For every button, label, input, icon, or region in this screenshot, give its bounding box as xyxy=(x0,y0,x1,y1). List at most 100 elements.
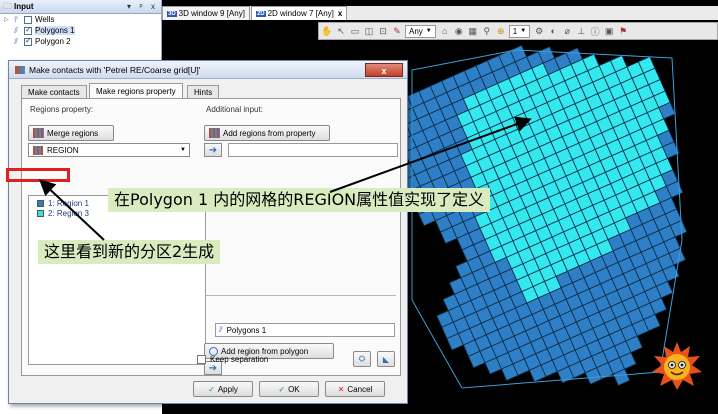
region-highlight-box xyxy=(6,168,70,182)
filter-select[interactable]: Any ▼ xyxy=(405,24,436,38)
region-color-swatch xyxy=(37,199,44,207)
region-annotation: 这里看到新的分区2生成 xyxy=(38,240,221,264)
cancel-button[interactable]: ✕ Cancel xyxy=(325,381,385,397)
region-combo-value: REGION xyxy=(47,145,79,155)
run-icon[interactable]: ⚑ xyxy=(617,25,629,37)
tab-3d-window[interactable]: 3D 3D window 9 [Any] xyxy=(162,6,250,20)
dialog-titlebar: Make contacts with 'Petrel RE/Coarse gri… xyxy=(9,61,407,79)
zoom-value: 1 xyxy=(512,26,518,36)
add-from-property-label: Add regions from property xyxy=(223,128,316,138)
wells-icon: ⫯ xyxy=(14,14,18,24)
home-icon[interactable]: ⌂ xyxy=(439,25,451,37)
chevron-down-icon: ▼ xyxy=(520,28,527,34)
chevron-down-icon: ▼ xyxy=(425,28,432,34)
panel-close-button[interactable]: x xyxy=(148,2,158,11)
eye-icon[interactable]: ◉ xyxy=(453,25,465,37)
chevron-down-icon: ▼ xyxy=(180,147,186,153)
ruler-icon[interactable]: ⊥ xyxy=(575,25,587,37)
apply-label: Apply xyxy=(217,384,238,394)
arrow-right-icon: ➔ xyxy=(208,362,218,374)
ok-button[interactable]: ✓ OK xyxy=(259,381,319,397)
tab-make-contacts[interactable]: Make contacts xyxy=(21,85,87,99)
dialog-title: Make contacts with 'Petrel RE/Coarse gri… xyxy=(29,64,201,75)
hand-tool-icon[interactable]: ✋ xyxy=(321,25,333,37)
camera-icon[interactable]: ▣ xyxy=(603,25,615,37)
region-property-select[interactable]: REGION ▼ xyxy=(28,143,190,157)
keep-separation-checkbox[interactable] xyxy=(197,355,206,364)
select-arrow-icon[interactable]: ↖ xyxy=(335,25,347,37)
tree-item-label: Wells xyxy=(35,15,55,24)
settings-icon: ⛭ xyxy=(358,354,366,363)
apply-button[interactable]: ✓ Apply xyxy=(193,381,253,397)
tree-item-label: Polygons 1 xyxy=(35,26,75,35)
grid-icon xyxy=(33,128,44,138)
region-color-swatch xyxy=(37,209,44,217)
merge-regions-label: Merge regions xyxy=(47,128,99,138)
dialog-app-icon xyxy=(15,65,25,74)
polygon-icon: ⫽ xyxy=(14,36,18,46)
grid-icon xyxy=(209,128,220,138)
target-icon[interactable]: ⊕ xyxy=(495,25,507,37)
eraser-icon[interactable]: ▭ xyxy=(349,25,361,37)
panel-pin-button[interactable]: ᵖ xyxy=(136,2,146,11)
tree-item-label: Polygon 2 xyxy=(35,37,71,46)
layout-icon[interactable]: ▦ xyxy=(467,25,479,37)
wells-checkbox[interactable] xyxy=(24,15,32,24)
view-toolbar: ✋ ↖ ▭ ◫ ⊡ ✎ Any ▼ ⌂ ◉ ▦ ⚲ ⊕ 1 ▼ ⚙ ◐ ⌀ ⊥ ⓘ … xyxy=(318,22,718,40)
run-button[interactable]: ◣ xyxy=(377,351,395,367)
polygons-1-checkbox[interactable] xyxy=(24,25,32,35)
make-contacts-dialog: Make contacts with 'Petrel RE/Coarse gri… xyxy=(8,60,408,404)
ok-label: OK xyxy=(288,384,300,394)
region-list[interactable]: 1: Region 1 2: Region 3 xyxy=(28,195,206,365)
tab-make-regions-property[interactable]: Make regions property xyxy=(89,83,183,99)
arrow-right-icon: ➔ xyxy=(208,144,218,156)
run-icon: ◣ xyxy=(382,354,390,364)
region-label: 1: Region 1 xyxy=(48,198,89,208)
tab-2d-window[interactable]: 2D 2D window 7 [Any] x xyxy=(250,6,348,20)
keep-separation-label: Keep separation xyxy=(210,355,269,364)
check-icon: ✓ xyxy=(278,384,286,394)
pick-icon[interactable]: ⊡ xyxy=(377,25,389,37)
display-icon[interactable]: ◐ xyxy=(547,25,559,37)
tab-label: 3D window 9 [Any] xyxy=(178,9,245,18)
divider xyxy=(206,295,396,296)
tree-item-wells[interactable]: ▷ ⫯ Wells xyxy=(0,14,161,25)
property-input-field[interactable] xyxy=(228,143,398,157)
cancel-icon: ✕ xyxy=(337,384,345,394)
measure-icon[interactable]: ⌀ xyxy=(561,25,573,37)
input-panel-header: 🗀 Input ▾ ᵖ x xyxy=(0,0,161,14)
input-panel: 🗀 Input ▾ ᵖ x ▷ ⫯ Wells ⫽ Polygons 1 ⫽ P… xyxy=(0,0,162,60)
region-label: 2: Region 3 xyxy=(48,208,89,218)
draw-polygon-icon[interactable]: ✎ xyxy=(391,25,403,37)
polygon-icon: ⫽ xyxy=(219,325,223,334)
tab-close-button[interactable]: x xyxy=(338,9,342,18)
polygon-icon: ⫽ xyxy=(14,25,18,35)
check-icon: ✓ xyxy=(208,384,215,394)
zoom-icon[interactable]: ⚲ xyxy=(481,25,493,37)
settings-button[interactable]: ⛭ xyxy=(353,351,371,367)
info-icon[interactable]: ⓘ xyxy=(589,25,601,37)
zoom-select[interactable]: 1 ▼ xyxy=(508,24,531,38)
settings-icon[interactable]: ⚙ xyxy=(533,25,545,37)
grid-icon xyxy=(33,145,43,155)
2d-badge-icon: 2D xyxy=(255,10,266,17)
polygon-2-checkbox[interactable] xyxy=(24,36,32,46)
keep-separation-row: Keep separation xyxy=(197,355,268,364)
input-panel-title: Input xyxy=(14,2,34,11)
insert-property-button[interactable]: ➔ xyxy=(204,143,222,157)
sun-mascot-icon xyxy=(652,342,702,390)
polygon-value: Polygons 1 xyxy=(226,325,267,335)
tab-hints[interactable]: Hints xyxy=(187,85,220,99)
merge-regions-button[interactable]: Merge regions xyxy=(28,125,114,141)
panel-menu-button[interactable]: ▾ xyxy=(124,2,134,11)
additional-input-label: Additional input: xyxy=(206,105,263,114)
view-icon[interactable]: ◫ xyxy=(363,25,375,37)
tree-item-polygons-1[interactable]: ⫽ Polygons 1 xyxy=(0,25,161,36)
tree-item-polygon-2[interactable]: ⫽ Polygon 2 xyxy=(0,36,161,47)
polygon-input-field[interactable]: ⫽ Polygons 1 xyxy=(215,323,395,337)
dialog-close-button[interactable]: x xyxy=(365,62,403,77)
add-regions-from-property-button[interactable]: Add regions from property xyxy=(204,125,330,141)
grid-annotation: 在Polygon 1 内的网格的REGION属性值实现了定义 xyxy=(108,188,491,212)
grid-cells xyxy=(389,44,688,387)
cancel-label: Cancel xyxy=(347,384,373,394)
